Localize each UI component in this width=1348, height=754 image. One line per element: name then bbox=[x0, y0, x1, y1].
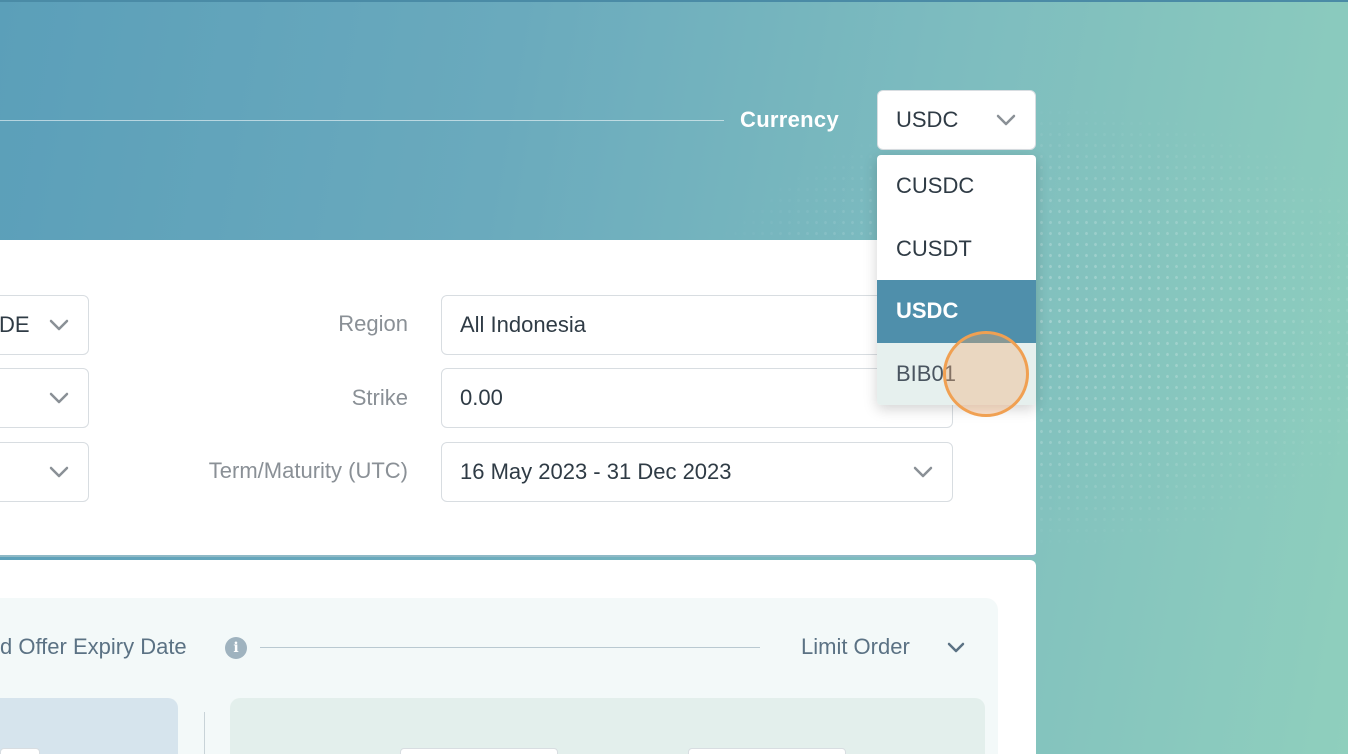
left-subpanel bbox=[0, 698, 178, 754]
term-maturity-select[interactable]: 16 May 2023 - 31 Dec 2023 bbox=[441, 442, 953, 502]
subpanel-divider bbox=[204, 712, 205, 754]
currency-select[interactable]: USDC bbox=[877, 90, 1036, 150]
order-type-select[interactable]: Limit Order bbox=[801, 634, 910, 660]
currency-option-usdc[interactable]: USDC bbox=[877, 280, 1036, 343]
region-label: Region bbox=[338, 311, 408, 336]
right-input-peek-2[interactable] bbox=[688, 748, 846, 754]
chevron-down-icon bbox=[49, 392, 69, 404]
currency-label: Currency bbox=[740, 107, 839, 132]
left-select-1-value: DE bbox=[0, 312, 30, 337]
chevron-down-icon bbox=[996, 114, 1016, 126]
right-input-peek-1[interactable] bbox=[400, 748, 558, 754]
offer-expiry-label: d Offer Expiry Date bbox=[0, 634, 187, 659]
chevron-down-icon[interactable] bbox=[946, 641, 966, 655]
region-value: All Indonesia bbox=[460, 312, 586, 337]
term-maturity-value: 16 May 2023 - 31 Dec 2023 bbox=[460, 459, 732, 484]
info-icon[interactable]: i bbox=[225, 637, 247, 659]
currency-dropdown-menu: CUSDC CUSDT USDC BIB01 bbox=[877, 155, 1036, 405]
offer-divider bbox=[260, 647, 760, 648]
left-select-2[interactable] bbox=[0, 368, 89, 428]
currency-option-cusdc[interactable]: CUSDC bbox=[877, 155, 1036, 218]
left-select-1[interactable]: DE bbox=[0, 295, 89, 355]
left-input-peek[interactable] bbox=[0, 748, 40, 754]
chevron-down-icon bbox=[913, 466, 933, 478]
strike-value: 0.00 bbox=[460, 385, 503, 410]
top-border bbox=[0, 0, 1348, 2]
chevron-down-icon bbox=[49, 466, 69, 478]
strike-label: Strike bbox=[351, 385, 408, 410]
currency-option-bib01[interactable]: BIB01 bbox=[877, 342, 1036, 405]
chevron-down-icon bbox=[49, 319, 69, 331]
header-divider bbox=[0, 120, 724, 121]
left-select-3[interactable] bbox=[0, 442, 89, 502]
currency-select-value: USDC bbox=[896, 107, 959, 132]
currency-option-cusdt[interactable]: CUSDT bbox=[877, 218, 1036, 281]
term-maturity-label: Term/Maturity (UTC) bbox=[208, 458, 408, 483]
right-subpanel bbox=[230, 698, 985, 754]
